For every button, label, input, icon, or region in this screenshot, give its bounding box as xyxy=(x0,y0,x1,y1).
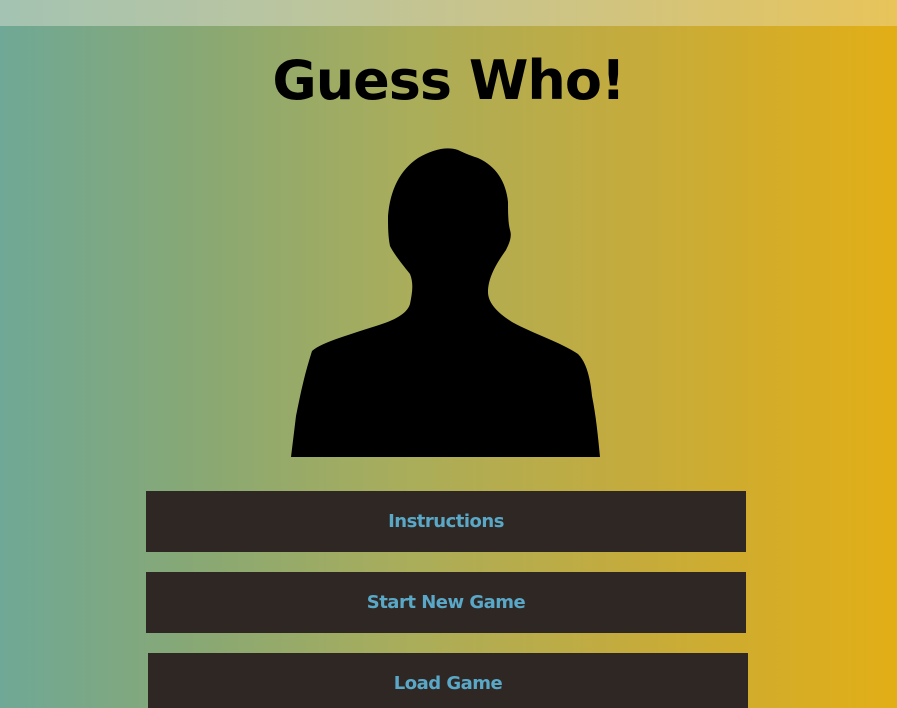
start-new-game-button[interactable]: Start New Game xyxy=(146,572,746,633)
top-bar xyxy=(0,0,897,26)
instructions-button[interactable]: Instructions xyxy=(146,491,746,552)
person-silhouette-icon xyxy=(291,148,600,457)
load-game-button[interactable]: Load Game xyxy=(148,653,748,708)
page-title: Guess Who! xyxy=(272,49,625,112)
